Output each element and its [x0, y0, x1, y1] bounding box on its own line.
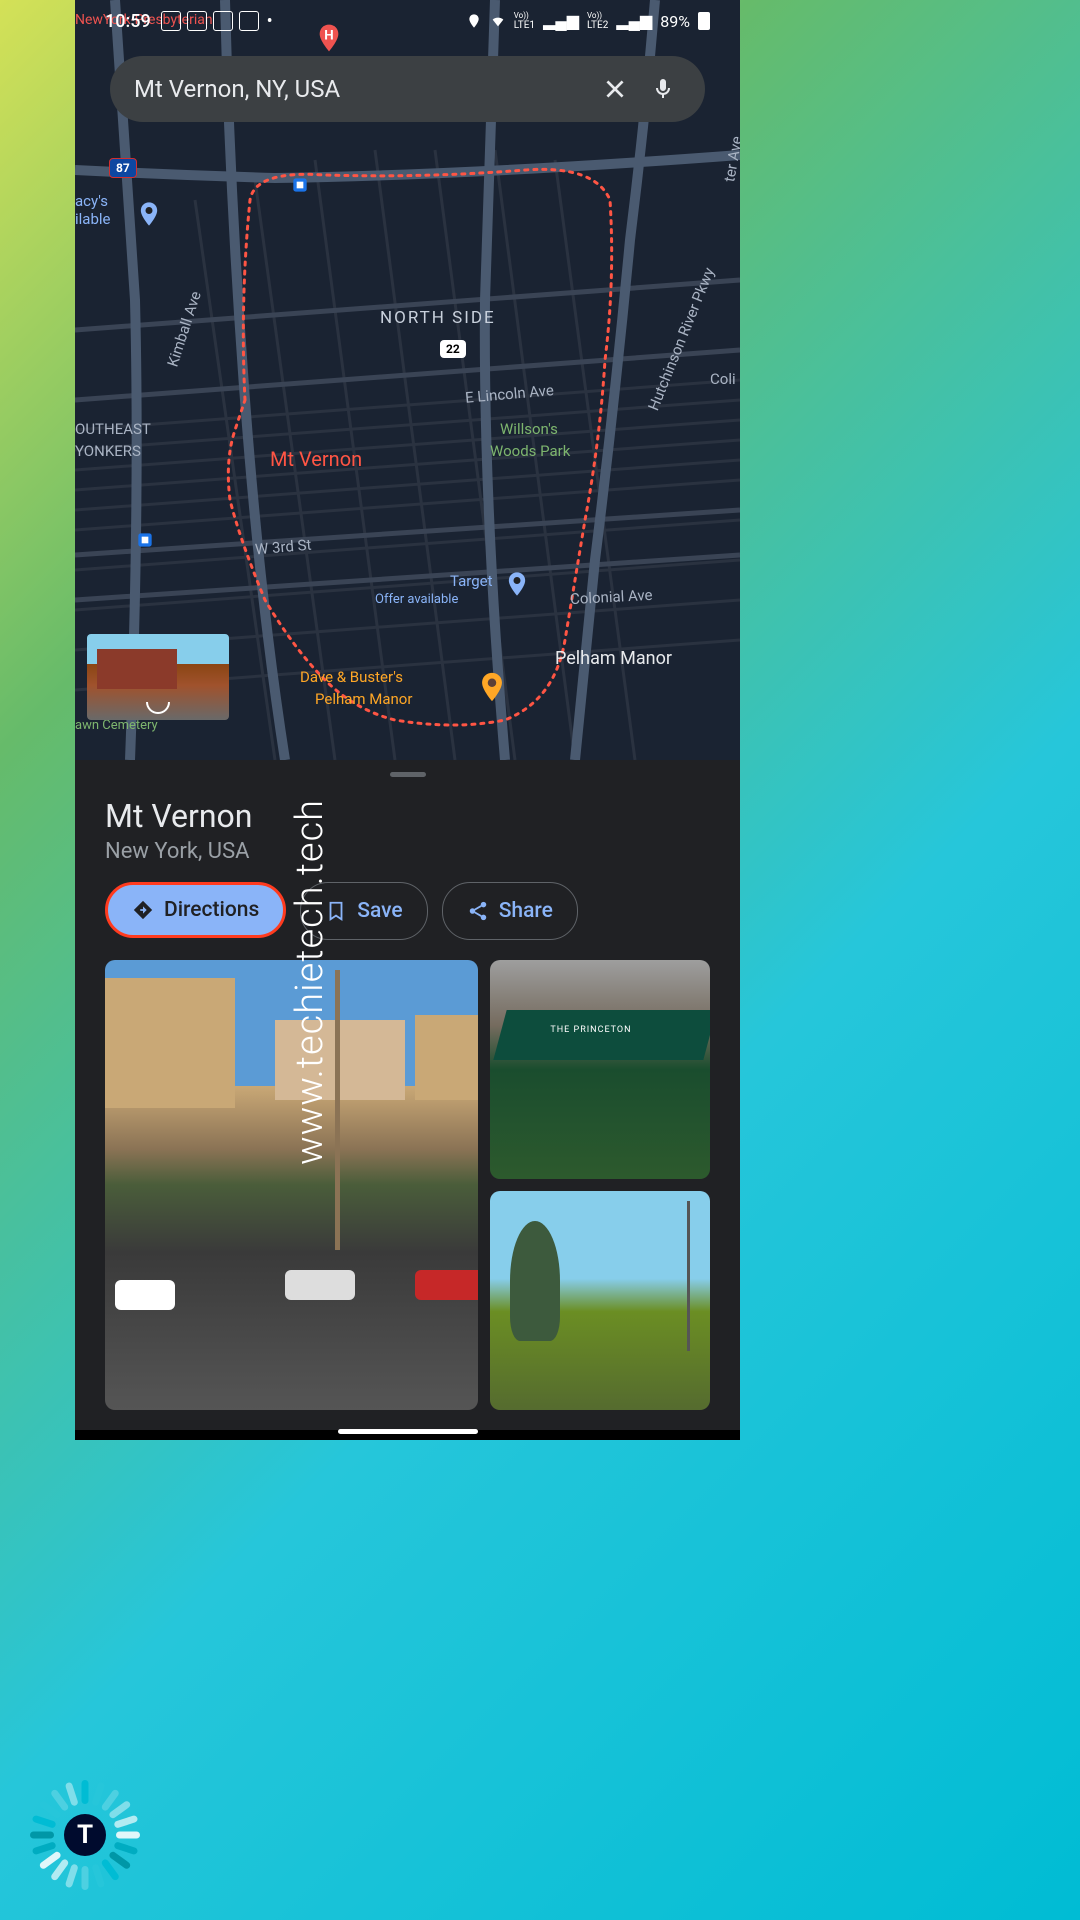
place-photo-3[interactable] [490, 1191, 710, 1410]
logo-letter: T [64, 1814, 106, 1856]
location-icon [466, 13, 482, 29]
battery-percent: 89% [660, 12, 690, 31]
sheet-handle[interactable] [390, 772, 426, 777]
photo-grid: THE PRINCETON [75, 960, 740, 1410]
poi-marker-transit-1[interactable] [290, 175, 310, 195]
microphone-icon [651, 77, 675, 101]
logo-ray [30, 1832, 54, 1839]
poi-marker-transit-2[interactable] [135, 530, 155, 550]
search-bar[interactable]: Mt Vernon, NY, USA [110, 56, 705, 122]
logo-ray [32, 1815, 57, 1829]
logo-ray [113, 1815, 138, 1829]
status-bar: 10:59 • Vo))LTE1 ▂▄▆ Vo))LTE2 ▂▄▆ 89% [75, 0, 740, 42]
close-icon [602, 76, 628, 102]
streetview-thumbnail[interactable] [87, 634, 229, 720]
poi-marker-macys[interactable] [135, 200, 163, 228]
logo-ray [65, 1863, 79, 1888]
poi-marker-target[interactable] [503, 570, 531, 598]
android-navbar[interactable] [75, 1430, 740, 1440]
search-query[interactable]: Mt Vernon, NY, USA [134, 75, 597, 103]
directions-button[interactable]: Directions [105, 882, 286, 938]
status-notification-icons [161, 11, 259, 31]
directions-icon [132, 899, 154, 921]
phone-frame: H 87 22 NewYork-Presbyterian acy's ilabl… [75, 0, 740, 1440]
logo-ray [116, 1832, 140, 1839]
watermark-text: www.techietech.tech [288, 799, 332, 1165]
share-label: Share [499, 899, 553, 923]
route-shield-87: 87 [109, 158, 137, 178]
signal-icon-2: ▂▄▆ [616, 11, 652, 31]
share-button[interactable]: Share [442, 882, 578, 940]
share-icon [467, 900, 489, 922]
action-row: Directions Save Share [75, 882, 740, 960]
page-background: H 87 22 NewYork-Presbyterian acy's ilabl… [0, 0, 1080, 1920]
sim2-label: Vo))LTE2 [587, 11, 608, 31]
save-label: Save [357, 899, 402, 923]
place-title: Mt Vernon [75, 789, 740, 835]
site-logo: T // draw rays later via JS loop appende… [30, 1780, 140, 1890]
sim1-label: Vo))LTE1 [514, 11, 535, 31]
place-photo-2[interactable]: THE PRINCETON [490, 960, 710, 1179]
voice-search-button[interactable] [645, 71, 681, 107]
status-time: 10:59 [105, 11, 151, 32]
logo-ray [82, 1866, 89, 1890]
directions-label: Directions [164, 898, 259, 922]
route-shield-22: 22 [440, 340, 466, 358]
photo-building-name: THE PRINCETON [550, 1025, 631, 1035]
place-subtitle: New York, USA [75, 835, 740, 882]
battery-icon [698, 12, 710, 30]
logo-ray [65, 1782, 79, 1807]
wifi-icon [490, 13, 506, 29]
clear-search-button[interactable] [597, 71, 633, 107]
logo-ray [82, 1780, 89, 1804]
poi-marker-dave-busters[interactable] [475, 670, 509, 704]
signal-icon-1: ▂▄▆ [543, 11, 579, 31]
place-bottom-sheet[interactable]: Mt Vernon New York, USA Directions Save … [75, 760, 740, 1440]
